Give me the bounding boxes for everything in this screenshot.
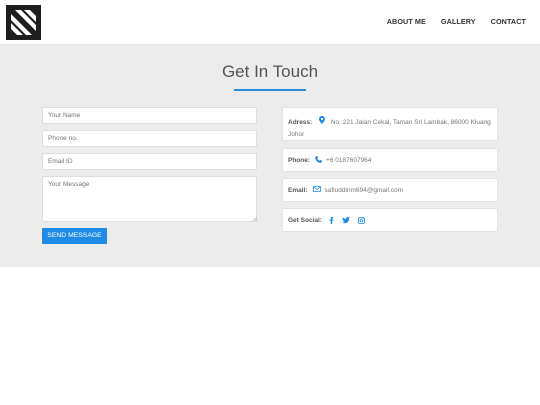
twitter-icon[interactable] <box>341 216 350 224</box>
phone-input[interactable] <box>42 130 257 147</box>
message-textarea[interactable] <box>42 176 257 222</box>
nav-contact[interactable]: CONTACT <box>491 17 526 26</box>
phone-card: Phone: +6 0187607964 <box>282 148 498 172</box>
email-value: safiuddinm694@gmail.com <box>324 186 404 194</box>
email-input[interactable] <box>42 153 257 170</box>
contact-section: Get In Touch SEND MESSAGE Adress: No. 22… <box>0 45 540 267</box>
title-underline <box>234 89 306 91</box>
envelope-icon <box>312 186 321 194</box>
phone-icon <box>315 155 322 165</box>
map-marker-icon <box>319 116 326 129</box>
facebook-icon[interactable] <box>329 216 334 224</box>
section-title: Get In Touch <box>221 62 319 81</box>
social-icons <box>329 216 365 224</box>
address-label: Adress: <box>288 119 313 127</box>
name-input[interactable] <box>42 107 257 124</box>
nav-gallery[interactable]: GALLERY <box>441 17 476 26</box>
email-card: Email: safiuddinm694@gmail.com <box>282 178 498 202</box>
instagram-icon[interactable] <box>357 216 365 224</box>
nav-links: ABOUT ME GALLERY CONTACT <box>387 17 526 26</box>
address-card: Adress: No. 221 Jalan Cekal, Taman Sri L… <box>282 107 498 141</box>
send-message-button[interactable]: SEND MESSAGE <box>42 228 107 244</box>
resize-grip-icon[interactable] <box>252 216 257 221</box>
nav-about-me[interactable]: ABOUT ME <box>387 17 426 26</box>
logo-icon[interactable] <box>6 5 41 40</box>
social-label: Get Social: <box>288 216 322 224</box>
phone-value: +6 0187607964 <box>326 156 372 164</box>
navbar: ABOUT ME GALLERY CONTACT <box>0 0 540 45</box>
social-card: Get Social: <box>282 208 498 232</box>
phone-label: Phone: <box>288 156 311 164</box>
email-label: Email: <box>288 186 308 194</box>
